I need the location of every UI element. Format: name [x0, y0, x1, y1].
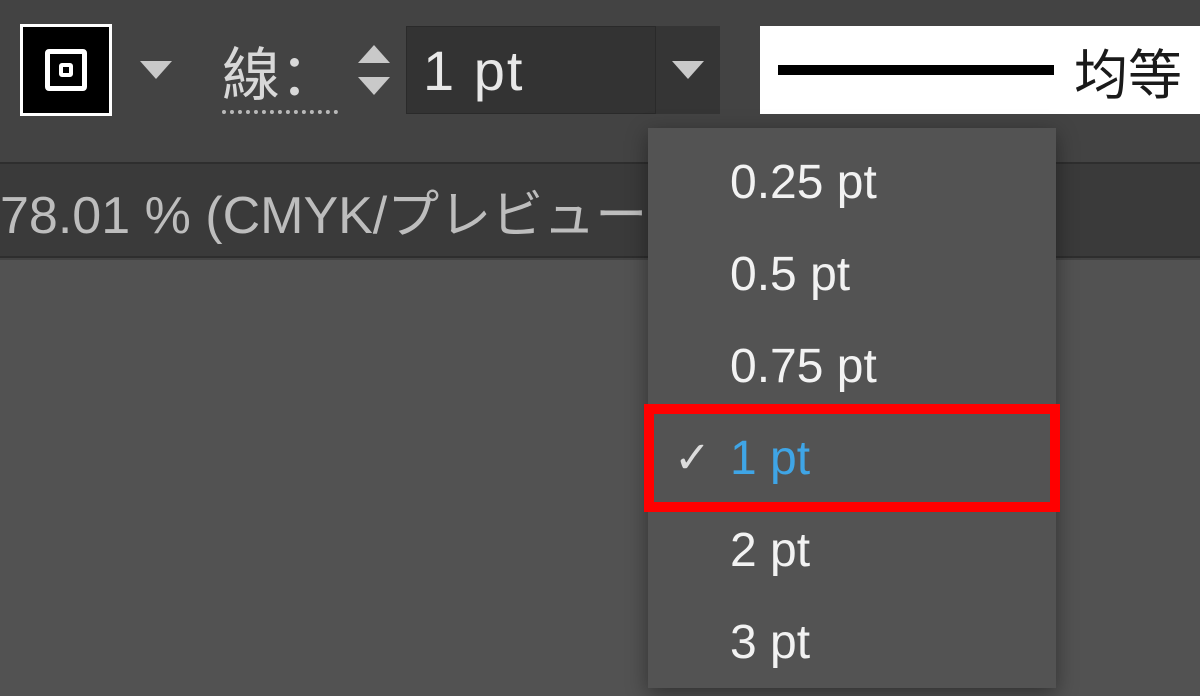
stroke-profile-preview-icon — [778, 65, 1054, 75]
stroke-profile-label: 均等 — [1074, 31, 1182, 110]
stroke-weight-dropdown-button[interactable] — [656, 26, 720, 114]
stroke-swatch-icon — [45, 49, 87, 91]
stroke-profile-selector[interactable]: 均等 — [760, 26, 1200, 114]
chevron-down-icon — [672, 61, 704, 79]
stroke-weight-option[interactable]: 0.25 pt — [648, 136, 1056, 228]
control-bar: 線： 1 pt 均等 — [0, 0, 1200, 140]
chevron-up-icon — [358, 45, 390, 63]
stroke-weight-option[interactable]: 3 pt — [648, 596, 1056, 688]
option-label: 1 pt — [730, 431, 810, 486]
stroke-weight-dropdown: 0.25 pt 0.5 pt 0.75 pt ✓ 1 pt 2 pt 3 pt — [648, 128, 1056, 688]
option-label: 2 pt — [730, 523, 810, 578]
option-label: 0.25 pt — [730, 155, 877, 210]
chevron-down-icon — [140, 61, 172, 79]
stroke-weight-option[interactable]: ✓ 1 pt — [648, 412, 1056, 504]
swatch-dropdown-button[interactable] — [130, 40, 182, 100]
stroke-weight-option[interactable]: 0.5 pt — [648, 228, 1056, 320]
stroke-label: 線： — [222, 28, 338, 112]
chevron-down-icon — [358, 77, 390, 95]
fill-stroke-swatch[interactable] — [20, 24, 112, 116]
check-icon: ✓ — [674, 433, 711, 484]
document-tab-title[interactable]: 78.01 % (CMYK/プレビュー — [0, 173, 647, 248]
option-label: 3 pt — [730, 615, 810, 670]
stroke-weight-field[interactable]: 1 pt — [406, 26, 656, 114]
option-label: 0.5 pt — [730, 247, 850, 302]
stroke-weight-stepper[interactable] — [348, 24, 400, 116]
option-label: 0.75 pt — [730, 339, 877, 394]
stroke-weight-option[interactable]: 2 pt — [648, 504, 1056, 596]
swatch-center-icon — [59, 63, 73, 77]
stroke-weight-option[interactable]: 0.75 pt — [648, 320, 1056, 412]
